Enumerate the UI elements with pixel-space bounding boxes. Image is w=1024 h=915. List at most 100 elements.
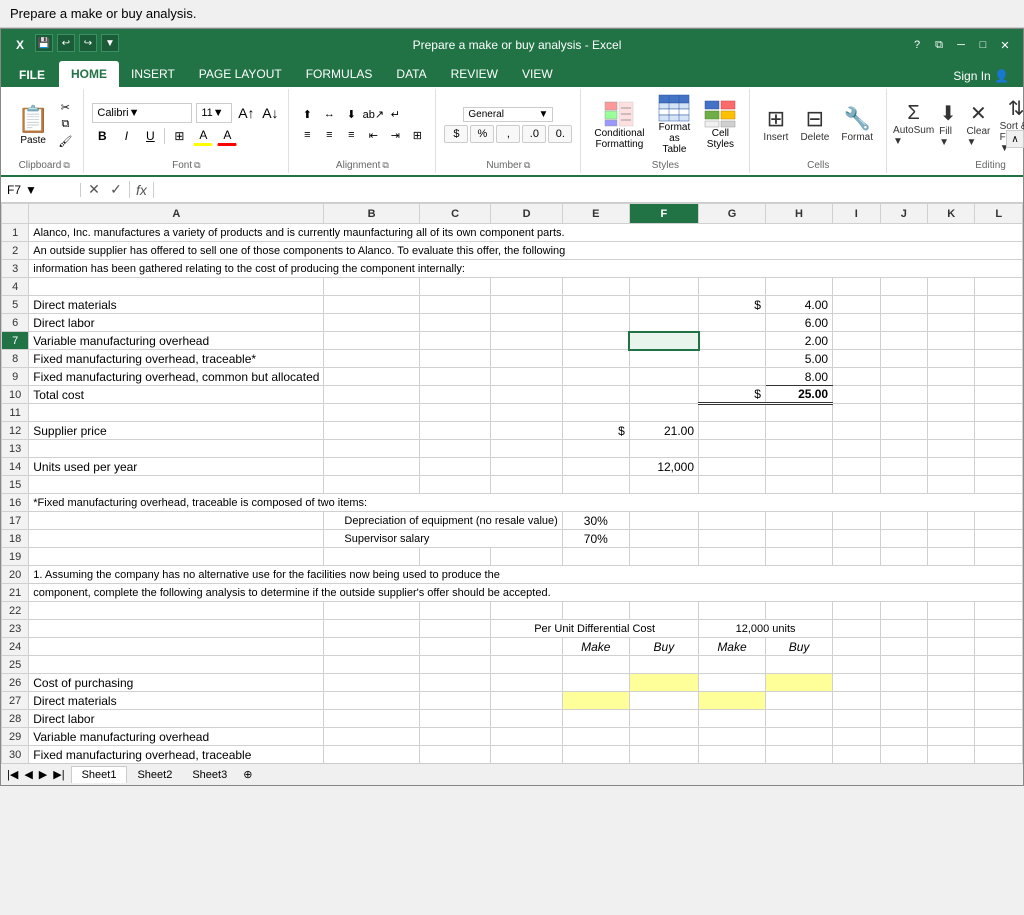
row-header-28[interactable]: 28 — [2, 710, 29, 728]
ribbon-collapse-button[interactable]: ∧ — [1006, 130, 1024, 148]
format-as-table-button[interactable]: Format asTable — [653, 91, 695, 158]
col-header-k[interactable]: K — [928, 204, 975, 224]
cell-a6[interactable]: Direct labor — [29, 314, 324, 332]
orient-button[interactable]: ab↗ — [363, 105, 383, 123]
col-header-e[interactable]: E — [562, 204, 629, 224]
format-cells-button[interactable]: 🔧 Format — [836, 103, 878, 146]
save-icon[interactable]: 💾 — [35, 34, 53, 52]
align-top-button[interactable]: ⬆ — [297, 105, 317, 123]
function-wizard-button[interactable]: fx — [130, 182, 154, 198]
percent-button[interactable]: % — [470, 125, 494, 143]
cell-h9[interactable]: 8.00 — [765, 368, 832, 386]
align-middle-button[interactable]: ↔ — [319, 105, 339, 123]
cell-g23[interactable]: 12,000 units — [699, 620, 833, 638]
formula-input[interactable] — [154, 183, 1023, 197]
comma-button[interactable]: , — [496, 125, 520, 143]
align-right-button[interactable]: ≡ — [341, 126, 361, 144]
minimize-button[interactable]: ─ — [951, 35, 971, 55]
autosum-button[interactable]: Σ AutoSum ▼ — [895, 99, 932, 150]
cell-g27[interactable] — [699, 692, 766, 710]
row-header-5[interactable]: 5 — [2, 296, 29, 314]
number-expand-icon[interactable]: ⧉ — [524, 160, 530, 171]
cell-d23[interactable]: Per Unit Differential Cost — [491, 620, 699, 638]
help-button[interactable]: ? — [907, 35, 927, 55]
wrap-text-button[interactable]: ↵ — [385, 105, 405, 123]
paste-button[interactable]: 📋 Paste — [13, 101, 53, 149]
row-header-13[interactable]: 13 — [2, 440, 29, 458]
font-family-selector[interactable]: Calibri ▼ — [92, 103, 192, 123]
cancel-formula-icon[interactable]: ✕ — [85, 181, 103, 198]
col-header-d[interactable]: D — [491, 204, 563, 224]
cell-g10[interactable]: $ — [699, 386, 766, 404]
row-header-17[interactable]: 17 — [2, 512, 29, 530]
cell-a29[interactable]: Variable manufacturing overhead — [29, 728, 324, 746]
cell-a3[interactable]: information has been gathered relating t… — [29, 260, 1023, 278]
sheet-prev-button[interactable]: ◀ — [22, 768, 34, 781]
col-header-c[interactable]: C — [419, 204, 491, 224]
cell-a30[interactable]: Fixed manufacturing overhead, traceable — [29, 746, 324, 764]
cell-f7[interactable] — [629, 332, 698, 350]
cell-a9[interactable]: Fixed manufacturing overhead, common but… — [29, 368, 324, 386]
row-header-3[interactable]: 3 — [2, 260, 29, 278]
sheet-tab-2[interactable]: Sheet2 — [127, 767, 182, 783]
col-header-j[interactable]: J — [880, 204, 927, 224]
cell-f24[interactable]: Buy — [629, 638, 698, 656]
col-header-i[interactable]: I — [833, 204, 880, 224]
cell-e18[interactable]: 70% — [562, 530, 629, 548]
col-header-a[interactable]: A — [29, 204, 324, 224]
close-button[interactable]: ✕ — [995, 35, 1015, 55]
fill-color-button[interactable]: A — [193, 126, 213, 146]
sheet-next-button[interactable]: ▶ — [37, 768, 49, 781]
format-painter-button[interactable]: 🖌 — [55, 134, 75, 150]
insert-cells-button[interactable]: ⊞ Insert — [758, 103, 793, 146]
add-sheet-button[interactable]: ⊕ — [237, 766, 258, 783]
customize-icon[interactable]: ▼ — [101, 34, 119, 52]
cell-a2[interactable]: An outside supplier has offered to sell … — [29, 242, 1023, 260]
conditional-formatting-button[interactable]: ConditionalFormatting — [589, 97, 649, 153]
number-format-selector[interactable]: General ▼ — [463, 107, 553, 122]
row-header-16[interactable]: 16 — [2, 494, 29, 512]
tab-formulas[interactable]: FORMULAS — [294, 61, 385, 87]
tab-page-layout[interactable]: PAGE LAYOUT — [187, 61, 294, 87]
row-header-23[interactable]: 23 — [2, 620, 29, 638]
sign-in-button[interactable]: Sign In 👤 — [943, 65, 1019, 87]
cell-e17[interactable]: 30% — [562, 512, 629, 530]
row-header-4[interactable]: 4 — [2, 278, 29, 296]
row-header-19[interactable]: 19 — [2, 548, 29, 566]
row-header-15[interactable]: 15 — [2, 476, 29, 494]
cell-h10[interactable]: 25.00 — [765, 386, 832, 404]
undo-icon[interactable]: ↩ — [57, 34, 75, 52]
cell-styles-button[interactable]: CellStyles — [699, 97, 741, 153]
row-header-2[interactable]: 2 — [2, 242, 29, 260]
cell-ref-dropdown-icon[interactable]: ▼ — [25, 183, 37, 197]
cell-e27[interactable] — [562, 692, 629, 710]
col-header-h[interactable]: H — [765, 204, 832, 224]
decrease-font-size-button[interactable]: A↓ — [260, 103, 280, 123]
decrease-indent-button[interactable]: ⇤ — [363, 126, 383, 144]
cell-a27[interactable]: Direct materials — [29, 692, 324, 710]
cell-h7[interactable]: 2.00 — [765, 332, 832, 350]
bold-button[interactable]: B — [92, 126, 112, 146]
confirm-formula-icon[interactable]: ✓ — [107, 181, 125, 198]
cut-button[interactable]: ✂ — [55, 100, 75, 116]
row-header-7[interactable]: 7 — [2, 332, 29, 350]
align-bottom-button[interactable]: ⬇ — [341, 105, 361, 123]
font-color-button[interactable]: A — [217, 126, 237, 146]
cell-e12[interactable]: $ — [562, 422, 629, 440]
row-header-27[interactable]: 27 — [2, 692, 29, 710]
sheet-tab-1[interactable]: Sheet1 — [71, 766, 128, 783]
sheet-tab-3[interactable]: Sheet3 — [182, 767, 237, 783]
increase-decimal-button[interactable]: .0 — [522, 125, 546, 143]
row-header-10[interactable]: 10 — [2, 386, 29, 404]
align-center-button[interactable]: ≡ — [319, 126, 339, 144]
sheet-first-button[interactable]: |◀ — [5, 768, 20, 781]
cell-a28[interactable]: Direct labor — [29, 710, 324, 728]
redo-icon[interactable]: ↪ — [79, 34, 97, 52]
col-header-l[interactable]: L — [975, 204, 1023, 224]
cell-b18[interactable]: Supervisor salary — [324, 530, 562, 548]
row-header-11[interactable]: 11 — [2, 404, 29, 422]
cell-a8[interactable]: Fixed manufacturing overhead, traceable* — [29, 350, 324, 368]
merge-center-button[interactable]: ⊞ — [407, 126, 427, 144]
row-header-22[interactable]: 22 — [2, 602, 29, 620]
row-header-9[interactable]: 9 — [2, 368, 29, 386]
